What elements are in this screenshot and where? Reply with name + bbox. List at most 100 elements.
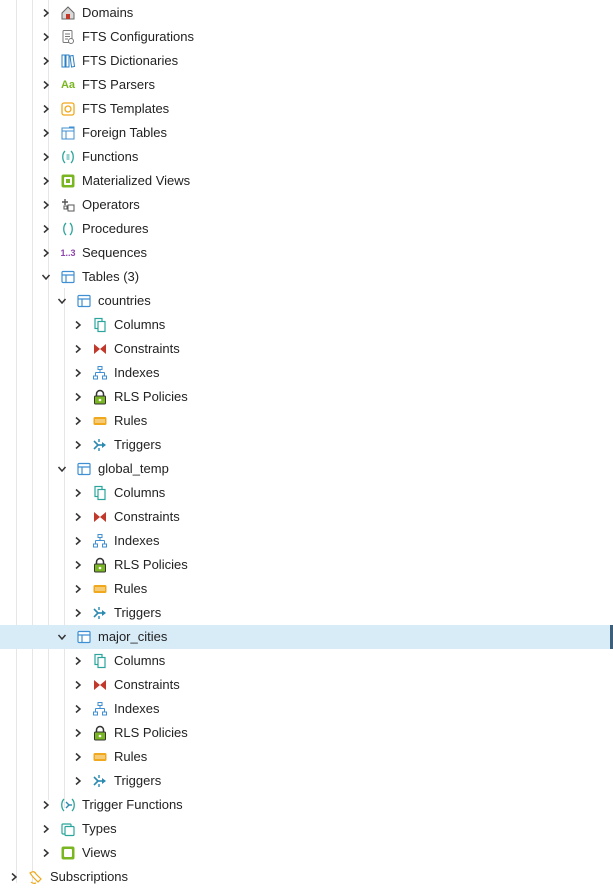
tree-node-triggers-label: Triggers bbox=[114, 605, 162, 620]
indexes-icon bbox=[92, 365, 108, 381]
tree-node-constraints[interactable]: Constraints bbox=[0, 505, 613, 529]
tree-node-fts-configurations[interactable]: FTS Configurations bbox=[0, 25, 613, 49]
tree-node-functions-label: Functions bbox=[82, 149, 139, 164]
chevron-down-icon[interactable] bbox=[54, 625, 70, 649]
chevron-right-icon[interactable] bbox=[70, 673, 86, 697]
tree-node-materialized-views[interactable]: Materialized Views bbox=[0, 169, 613, 193]
tree-node-functions[interactable]: Functions bbox=[0, 145, 613, 169]
chevron-down-icon[interactable] bbox=[38, 265, 54, 289]
tree-node-triggers-label: Triggers bbox=[114, 437, 162, 452]
chevron-right-icon[interactable] bbox=[70, 409, 86, 433]
chevron-right-icon[interactable] bbox=[70, 481, 86, 505]
tree-node-rules-label: Rules bbox=[114, 413, 148, 428]
tree-node-domains[interactable]: Domains bbox=[0, 1, 613, 25]
tree-node-columns-label: Columns bbox=[114, 653, 166, 668]
tree-node-indexes[interactable]: Indexes bbox=[0, 529, 613, 553]
tree-node-table-countries[interactable]: countries bbox=[0, 289, 613, 313]
tree-node-triggers[interactable]: Triggers bbox=[0, 433, 613, 457]
tables-icon bbox=[60, 269, 76, 285]
tree-node-indexes-label: Indexes bbox=[114, 365, 160, 380]
chevron-right-icon[interactable] bbox=[38, 1, 54, 25]
chevron-right-icon[interactable] bbox=[70, 577, 86, 601]
tree-node-columns[interactable]: Columns bbox=[0, 313, 613, 337]
tree-node-views[interactable]: Views bbox=[0, 841, 613, 865]
tree-node-rls-policies-label: RLS Policies bbox=[114, 557, 188, 572]
chevron-right-icon[interactable] bbox=[70, 769, 86, 793]
chevron-right-icon[interactable] bbox=[38, 49, 54, 73]
chevron-right-icon[interactable] bbox=[38, 97, 54, 121]
tree-node-rules[interactable]: Rules bbox=[0, 577, 613, 601]
tree-node-rules[interactable]: Rules bbox=[0, 745, 613, 769]
tree-node-table-major-cities[interactable]: major_cities bbox=[0, 625, 613, 649]
chevron-down-icon[interactable] bbox=[54, 457, 70, 481]
tree-node-constraints[interactable]: Constraints bbox=[0, 673, 613, 697]
tree-node-triggers[interactable]: Triggers bbox=[0, 769, 613, 793]
tree-node-rls-policies[interactable]: RLS Policies bbox=[0, 553, 613, 577]
chevron-right-icon[interactable] bbox=[38, 217, 54, 241]
tree-node-rls-policies[interactable]: RLS Policies bbox=[0, 385, 613, 409]
chevron-right-icon[interactable] bbox=[70, 361, 86, 385]
columns-icon bbox=[92, 653, 108, 669]
tree-node-indexes-label: Indexes bbox=[114, 533, 160, 548]
constraints-icon bbox=[92, 677, 108, 693]
chevron-right-icon[interactable] bbox=[38, 841, 54, 865]
chevron-right-icon[interactable] bbox=[38, 193, 54, 217]
tree-node-indexes[interactable]: Indexes bbox=[0, 361, 613, 385]
tree-node-subscriptions[interactable]: Subscriptions bbox=[0, 865, 613, 889]
tree-node-trigger-functions-label: Trigger Functions bbox=[82, 797, 183, 812]
chevron-right-icon[interactable] bbox=[38, 241, 54, 265]
chevron-right-icon[interactable] bbox=[38, 169, 54, 193]
tree-node-types[interactable]: Types bbox=[0, 817, 613, 841]
columns-icon bbox=[92, 485, 108, 501]
chevron-right-icon[interactable] bbox=[70, 385, 86, 409]
tree-node-constraints[interactable]: Constraints bbox=[0, 337, 613, 361]
chevron-right-icon[interactable] bbox=[70, 601, 86, 625]
tree-node-rls-policies-label: RLS Policies bbox=[114, 725, 188, 740]
chevron-right-icon[interactable] bbox=[70, 649, 86, 673]
tree-node-fts-parsers[interactable]: Aa FTS Parsers bbox=[0, 73, 613, 97]
chevron-right-icon[interactable] bbox=[70, 313, 86, 337]
tree-node-sequences[interactable]: 1..3 Sequences bbox=[0, 241, 613, 265]
chevron-right-icon[interactable] bbox=[38, 25, 54, 49]
chevron-right-icon[interactable] bbox=[38, 73, 54, 97]
chevron-right-icon[interactable] bbox=[38, 793, 54, 817]
tree-node-table-global-temp[interactable]: global_temp bbox=[0, 457, 613, 481]
tree-node-foreign-tables[interactable]: Foreign Tables bbox=[0, 121, 613, 145]
chevron-right-icon[interactable] bbox=[6, 865, 22, 889]
tree-node-indexes[interactable]: Indexes bbox=[0, 697, 613, 721]
chevron-right-icon[interactable] bbox=[38, 145, 54, 169]
chevron-right-icon[interactable] bbox=[70, 721, 86, 745]
chevron-right-icon[interactable] bbox=[70, 697, 86, 721]
chevron-down-icon[interactable] bbox=[54, 289, 70, 313]
tree-node-views-label: Views bbox=[82, 845, 117, 860]
chevron-right-icon[interactable] bbox=[38, 121, 54, 145]
tree-node-types-label: Types bbox=[82, 821, 117, 836]
sequences-icon: 1..3 bbox=[60, 248, 76, 258]
tree-node-rls-policies[interactable]: RLS Policies bbox=[0, 721, 613, 745]
tree-node-operators[interactable]: Operators bbox=[0, 193, 613, 217]
chevron-right-icon[interactable] bbox=[70, 337, 86, 361]
tree-node-columns[interactable]: Columns bbox=[0, 481, 613, 505]
chevron-right-icon[interactable] bbox=[70, 505, 86, 529]
tree-node-columns[interactable]: Columns bbox=[0, 649, 613, 673]
chevron-right-icon[interactable] bbox=[70, 553, 86, 577]
chevron-right-icon[interactable] bbox=[38, 817, 54, 841]
chevron-right-icon[interactable] bbox=[70, 433, 86, 457]
tree-node-table-countries-label: countries bbox=[98, 293, 151, 308]
tree-node-fts-dictionaries[interactable]: FTS Dictionaries bbox=[0, 49, 613, 73]
indexes-icon bbox=[92, 533, 108, 549]
tree-node-rules[interactable]: Rules bbox=[0, 409, 613, 433]
chevron-right-icon[interactable] bbox=[70, 745, 86, 769]
tree-node-procedures-label: Procedures bbox=[82, 221, 149, 236]
indexes-icon bbox=[92, 701, 108, 717]
constraints-icon bbox=[92, 509, 108, 525]
rules-icon bbox=[92, 581, 108, 597]
tree-node-trigger-functions[interactable]: Trigger Functions bbox=[0, 793, 613, 817]
tree-node-triggers[interactable]: Triggers bbox=[0, 601, 613, 625]
chevron-right-icon[interactable] bbox=[70, 529, 86, 553]
tree-node-triggers-label: Triggers bbox=[114, 773, 162, 788]
tree-node-procedures[interactable]: Procedures bbox=[0, 217, 613, 241]
triggers-icon bbox=[92, 773, 108, 789]
tree-node-tables[interactable]: Tables (3) bbox=[0, 265, 613, 289]
tree-node-fts-templates[interactable]: FTS Templates bbox=[0, 97, 613, 121]
